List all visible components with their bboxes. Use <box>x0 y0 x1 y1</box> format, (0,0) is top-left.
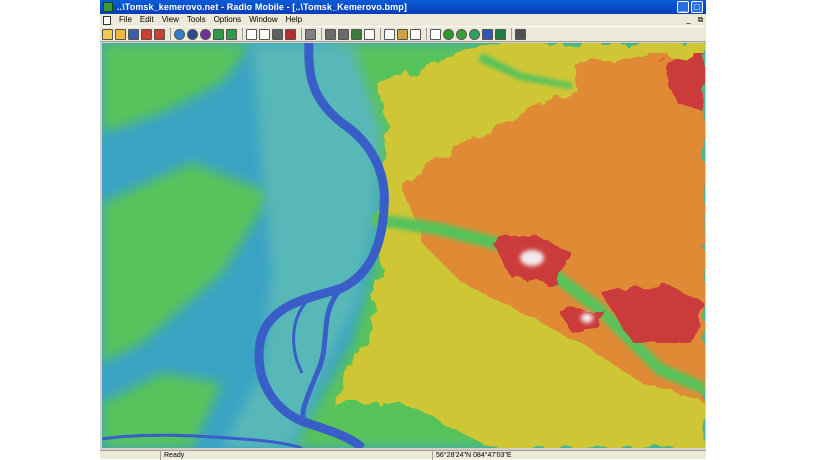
print-icon[interactable] <box>305 28 316 40</box>
polar-icon[interactable] <box>456 28 467 40</box>
toolbar-separator <box>380 28 381 40</box>
application-window: ..\Tomsk_kemerovo.net - Radio Mobile - [… <box>100 0 706 460</box>
window-title: ..\Tomsk_kemerovo.net - Radio Mobile - [… <box>117 2 407 12</box>
radio-link-icon[interactable] <box>200 28 211 40</box>
picture-edit-icon[interactable] <box>285 28 296 40</box>
menu-options[interactable]: Options <box>210 14 246 26</box>
terrain-map-image <box>102 43 705 448</box>
menu-view[interactable]: View <box>158 14 183 26</box>
app-icon[interactable] <box>103 2 113 12</box>
toolbar-separator <box>301 28 302 40</box>
toolbar-separator <box>170 28 171 40</box>
summit-area <box>520 250 544 266</box>
menu-tools[interactable]: Tools <box>183 14 210 26</box>
toolbar-separator <box>426 28 427 40</box>
toolbar <box>100 26 706 42</box>
picture-icon[interactable] <box>272 28 283 40</box>
menu-file[interactable]: File <box>115 14 136 26</box>
maximize-button[interactable]: □ <box>691 1 703 13</box>
antenna-icon[interactable] <box>430 28 441 40</box>
window-icon[interactable] <box>246 28 257 40</box>
document-restore-button[interactable]: ⧉ <box>696 15 705 24</box>
coverage-icon[interactable] <box>443 28 454 40</box>
arrow-left-icon[interactable] <box>213 28 224 40</box>
window-alt-icon[interactable] <box>259 28 270 40</box>
toolbar-separator <box>511 28 512 40</box>
map-overlay-icon[interactable] <box>495 28 506 40</box>
exit-icon[interactable] <box>515 28 526 40</box>
status-bar: Ready 56°28'24"N 084°47'03"E <box>100 450 706 460</box>
crosshair-icon[interactable] <box>364 28 375 40</box>
tools-icon[interactable] <box>154 28 165 40</box>
menu-edit[interactable]: Edit <box>136 14 158 26</box>
toolbar-separator <box>321 28 322 40</box>
copy-icon[interactable] <box>325 28 336 40</box>
document-icon[interactable] <box>103 15 111 25</box>
zoom-icon[interactable] <box>187 28 198 40</box>
network-properties-icon[interactable] <box>141 28 152 40</box>
toolbar-separator <box>242 28 243 40</box>
summit-area <box>581 313 593 323</box>
user-icon[interactable] <box>397 28 408 40</box>
radio-icon[interactable] <box>482 28 493 40</box>
combined-icon[interactable] <box>469 28 480 40</box>
minimize-button[interactable]: _ <box>677 1 689 13</box>
document-minimize-button[interactable]: _ <box>684 15 693 24</box>
terrain-map[interactable] <box>102 43 705 448</box>
open-folder-icon[interactable] <box>115 28 126 40</box>
open-network-icon[interactable] <box>102 28 113 40</box>
menu-window[interactable]: Window <box>245 14 281 26</box>
fit-icon[interactable] <box>410 28 421 40</box>
frame-icon[interactable] <box>384 28 395 40</box>
menu-bar: File Edit View Tools Options Window Help… <box>100 14 706 26</box>
menu-help[interactable]: Help <box>282 14 306 26</box>
paste-icon[interactable] <box>338 28 349 40</box>
elevation-icon[interactable] <box>351 28 362 40</box>
title-bar[interactable]: ..\Tomsk_kemerovo.net - Radio Mobile - [… <box>100 0 706 14</box>
arrow-right-icon[interactable] <box>226 28 237 40</box>
save-icon[interactable] <box>128 28 139 40</box>
world-map-icon[interactable] <box>174 28 185 40</box>
